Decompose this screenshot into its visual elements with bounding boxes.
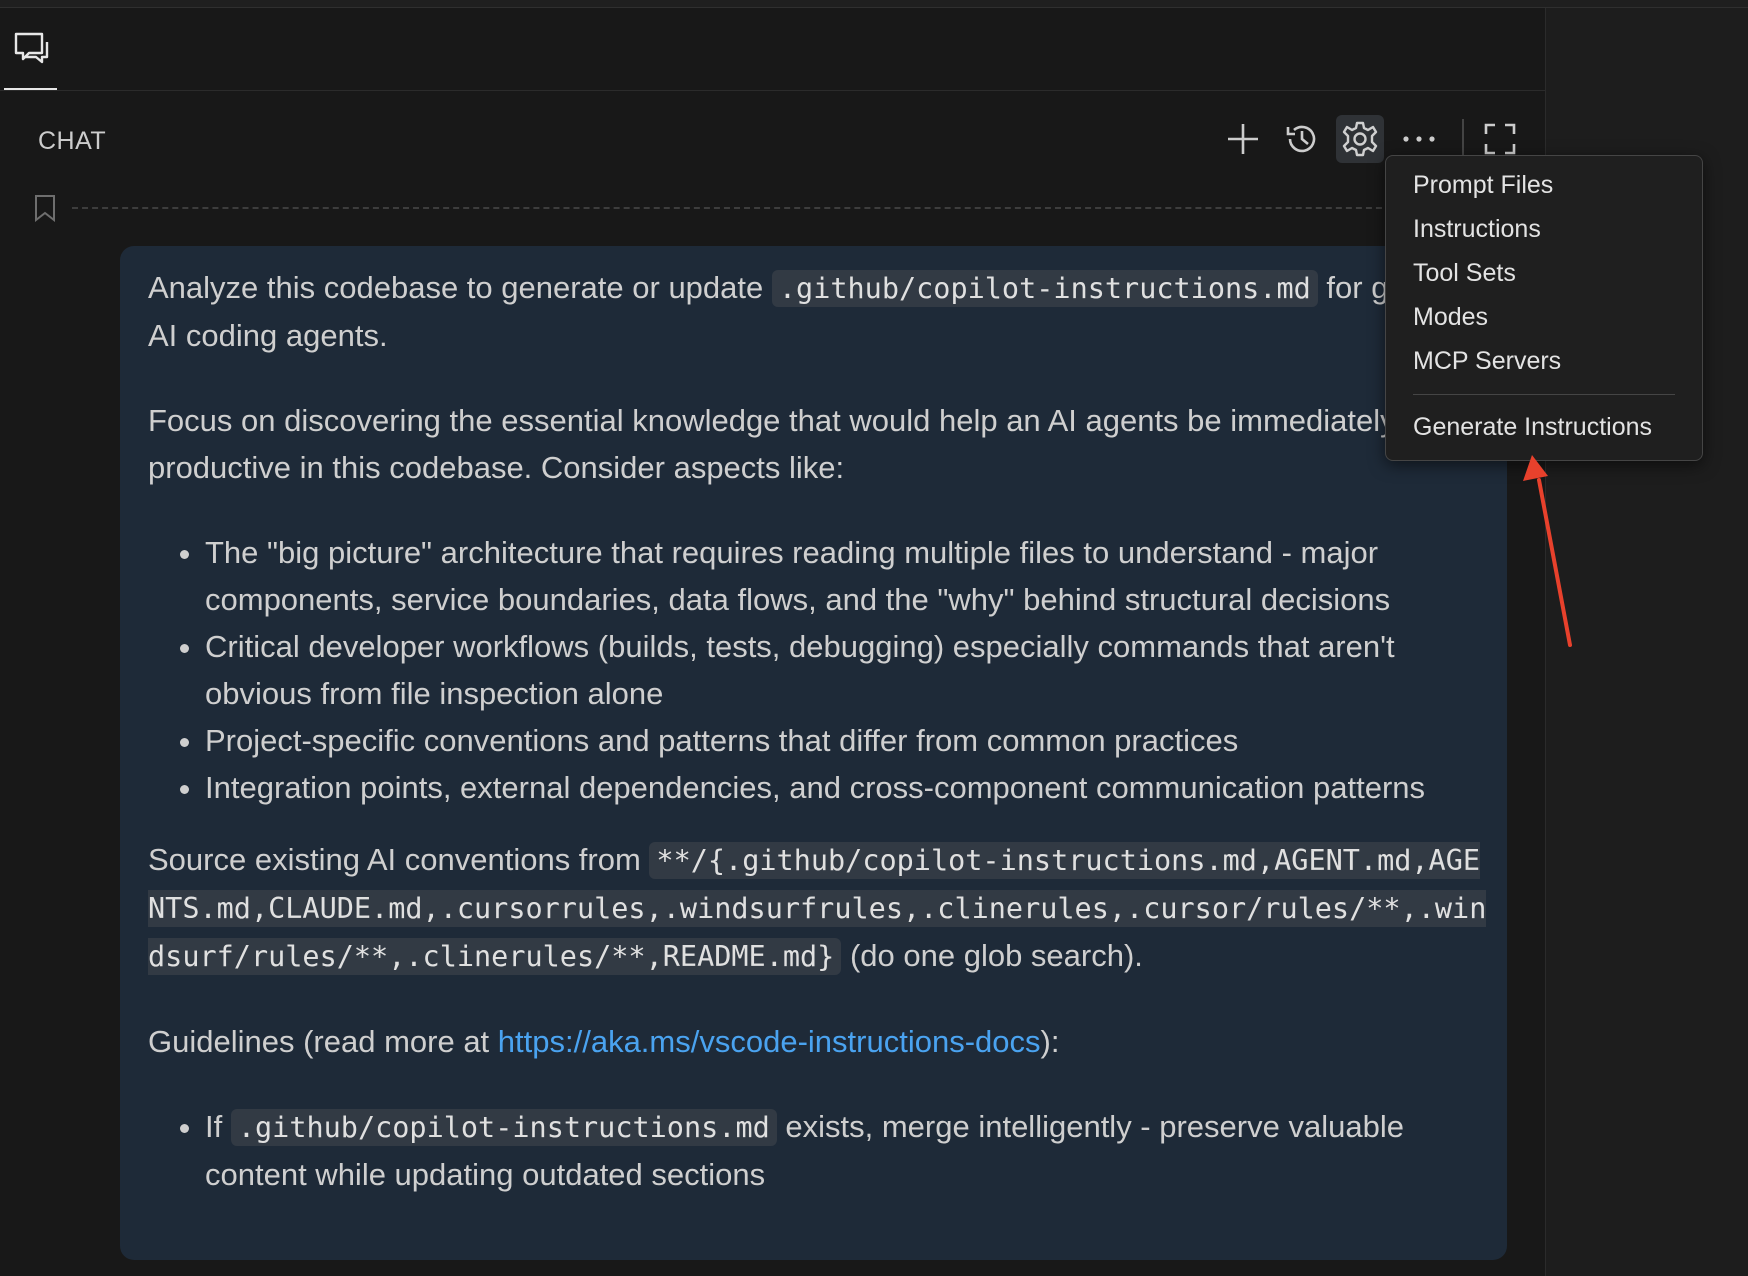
new-chat-button[interactable] — [1219, 115, 1267, 163]
history-icon — [1286, 125, 1316, 153]
gear-icon — [1342, 121, 1378, 157]
chat-bubbles-icon — [14, 32, 48, 64]
inline-code: .github/copilot-instructions.md — [230, 1109, 777, 1146]
plus-icon — [1228, 124, 1258, 154]
menu-item-prompt-files[interactable]: Prompt Files — [1413, 167, 1553, 203]
chat-panel: CHAT Analyze this codebase to generate o… — [0, 8, 1546, 1276]
menu-separator — [1413, 394, 1675, 395]
user-message: Analyze this codebase to generate or upd… — [120, 246, 1507, 1260]
inline-code: .github/copilot-instructions.md — [771, 270, 1318, 307]
ellipsis-icon — [1403, 136, 1435, 142]
menu-item-mcp-servers[interactable]: MCP Servers — [1413, 343, 1561, 379]
configure-button[interactable] — [1336, 115, 1384, 163]
message-paragraph: Source existing AI conventions from **/{… — [148, 836, 1488, 980]
panel-tab-strip — [0, 8, 1545, 91]
docs-link[interactable]: https://aka.ms/vscode-instructions-docs — [498, 1024, 1041, 1059]
message-paragraph: Analyze this codebase to generate or upd… — [148, 264, 1488, 359]
list-item: If .github/copilot-instructions.md exist… — [205, 1103, 1488, 1198]
vscode-window: CHAT Analyze this codebase to generate o… — [0, 0, 1748, 1276]
bookmark-icon[interactable] — [34, 194, 56, 222]
message-text: If — [205, 1109, 231, 1144]
menu-item-modes[interactable]: Modes — [1413, 299, 1488, 335]
message-text: Guidelines (read more at — [148, 1024, 498, 1059]
chat-header: CHAT — [0, 91, 1545, 183]
menu-item-generate-instructions[interactable]: Generate Instructions — [1413, 409, 1652, 445]
menu-item-instructions[interactable]: Instructions — [1413, 211, 1541, 247]
list-item: The "big picture" architecture that requ… — [205, 529, 1488, 623]
message-text: Source existing AI conventions from — [148, 842, 650, 877]
guidelines-list: If .github/copilot-instructions.md exist… — [148, 1103, 1488, 1198]
message-paragraph: Guidelines (read more at https://aka.ms/… — [148, 1018, 1488, 1065]
title-bar-edge — [0, 0, 1748, 8]
panel-title: CHAT — [38, 127, 107, 155]
toolbar-separator — [1462, 119, 1464, 159]
tab-chat[interactable] — [4, 8, 57, 90]
message-text: (do one glob search). — [841, 938, 1143, 973]
configure-menu: Prompt Files Instructions Tool Sets Mode… — [1385, 155, 1703, 461]
list-item: Integration points, external dependencie… — [205, 764, 1488, 811]
aspects-list: The "big picture" architecture that requ… — [148, 529, 1488, 811]
checkpoint-divider — [72, 207, 1402, 209]
message-paragraph: Focus on discovering the essential knowl… — [148, 403, 1396, 485]
maximize-icon — [1484, 123, 1516, 155]
message-text: ): — [1040, 1024, 1060, 1059]
list-item: Critical developer workflows (builds, te… — [205, 623, 1488, 717]
message-text: Analyze this codebase to generate or upd… — [148, 270, 772, 305]
history-button[interactable] — [1278, 115, 1326, 163]
list-item: Project-specific conventions and pattern… — [205, 717, 1488, 764]
menu-item-tool-sets[interactable]: Tool Sets — [1413, 255, 1516, 291]
message-content: Analyze this codebase to generate or upd… — [148, 264, 1488, 1223]
